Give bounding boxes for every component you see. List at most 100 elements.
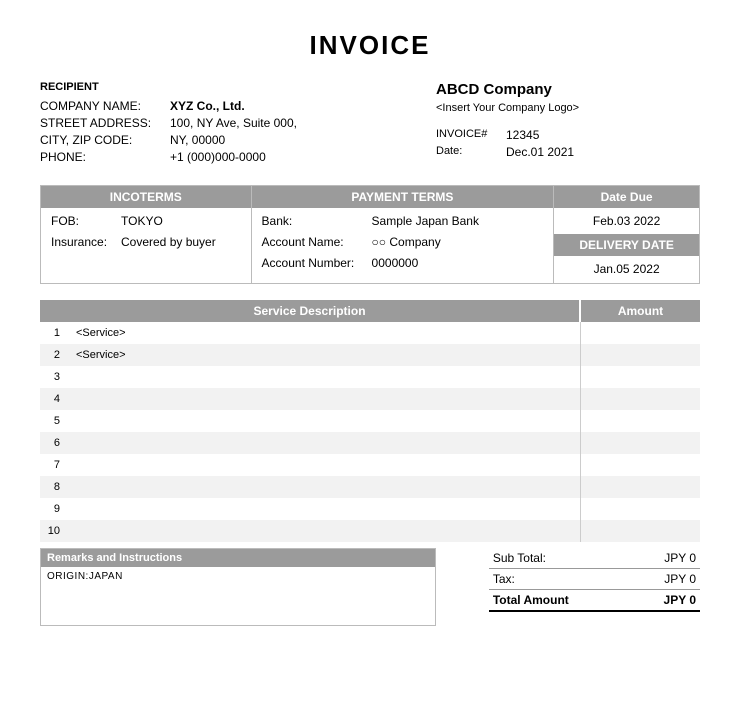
row-index: 7 — [40, 454, 70, 476]
phone-label: PHONE: — [40, 150, 170, 164]
invoice-date-label: Date: — [436, 145, 506, 159]
incoterms-head: INCOTERMS — [41, 186, 251, 208]
subtotal-value: JPY 0 — [664, 551, 696, 565]
bottom-block: Remarks and Instructions ORIGIN:JAPAN Su… — [40, 548, 700, 626]
incoterms-col: INCOTERMS FOB: TOKYO Insurance: Covered … — [41, 186, 252, 283]
subtotal-label: Sub Total: — [493, 551, 546, 565]
insurance-label: Insurance: — [51, 235, 121, 249]
row-description — [70, 432, 580, 454]
row-index: 4 — [40, 388, 70, 410]
tax-label: Tax: — [493, 572, 515, 586]
account-name-value: ○○ Company — [372, 235, 544, 249]
recipient-city-row: CITY, ZIP CODE: NY, 00000 — [40, 133, 403, 147]
fob-row: FOB: TOKYO — [51, 214, 241, 228]
table-row: 4 — [40, 388, 700, 410]
terms-table: INCOTERMS FOB: TOKYO Insurance: Covered … — [40, 185, 700, 284]
account-number-value: 0000000 — [372, 256, 544, 270]
row-amount — [580, 520, 700, 542]
invoice-no-row: INVOICE# 12345 — [436, 128, 700, 142]
table-row: 8 — [40, 476, 700, 498]
services-table: Service Description Amount 1<Service>2<S… — [40, 300, 700, 542]
sender-company: ABCD Company — [436, 81, 700, 98]
table-row: 6 — [40, 432, 700, 454]
logo-placeholder: <Insert Your Company Logo> — [436, 102, 700, 114]
row-description — [70, 476, 580, 498]
row-amount — [580, 410, 700, 432]
invoice-date-value: Dec.01 2021 — [506, 145, 700, 159]
row-description — [70, 520, 580, 542]
invoice-no-value: 12345 — [506, 128, 700, 142]
totals-block: Sub Total: JPY 0 Tax: JPY 0 Total Amount… — [489, 548, 700, 626]
street-label: STREET ADDRESS: — [40, 116, 170, 130]
row-index: 5 — [40, 410, 70, 432]
subtotal-row: Sub Total: JPY 0 — [489, 548, 700, 569]
company-name-label: COMPANY NAME: — [40, 99, 170, 113]
tax-row: Tax: JPY 0 — [489, 569, 700, 590]
payment-col: PAYMENT TERMS Bank: Sample Japan Bank Ac… — [252, 186, 555, 283]
payment-head: PAYMENT TERMS — [252, 186, 554, 208]
remarks-body: ORIGIN:JAPAN — [41, 567, 435, 625]
bank-value: Sample Japan Bank — [372, 214, 544, 228]
row-index: 10 — [40, 520, 70, 542]
row-description — [70, 388, 580, 410]
row-description: <Service> — [70, 322, 580, 344]
recipient-company-row: COMPANY NAME: XYZ Co., Ltd. — [40, 99, 403, 113]
insurance-row: Insurance: Covered by buyer — [51, 235, 241, 249]
fob-label: FOB: — [51, 214, 121, 228]
row-amount — [580, 322, 700, 344]
header-block: RECIPIENT COMPANY NAME: XYZ Co., Ltd. ST… — [40, 81, 700, 167]
date-due-value: Feb.03 2022 — [554, 208, 699, 234]
invoice-no-label: INVOICE# — [436, 128, 506, 142]
sender-block: ABCD Company <Insert Your Company Logo> … — [436, 81, 700, 167]
invoice-date-row: Date: Dec.01 2021 — [436, 145, 700, 159]
remarks-head: Remarks and Instructions — [41, 549, 435, 567]
table-row: 1<Service> — [40, 322, 700, 344]
account-name-row: Account Name: ○○ Company — [262, 235, 544, 249]
table-row: 3 — [40, 366, 700, 388]
row-amount — [580, 454, 700, 476]
row-index: 6 — [40, 432, 70, 454]
bank-row: Bank: Sample Japan Bank — [262, 214, 544, 228]
account-number-label: Account Number: — [262, 256, 372, 270]
account-name-label: Account Name: — [262, 235, 372, 249]
amount-head: Amount — [580, 300, 700, 322]
row-description — [70, 366, 580, 388]
row-description — [70, 410, 580, 432]
recipient-phone-row: PHONE: +1 (000)000-0000 — [40, 150, 403, 164]
row-description — [70, 454, 580, 476]
city-label: CITY, ZIP CODE: — [40, 133, 170, 147]
table-row: 7 — [40, 454, 700, 476]
company-name-value: XYZ Co., Ltd. — [170, 99, 403, 113]
delivery-head: DELIVERY DATE — [554, 234, 699, 256]
table-row: 10 — [40, 520, 700, 542]
phone-value: +1 (000)000-0000 — [170, 150, 403, 164]
row-index: 2 — [40, 344, 70, 366]
table-row: 5 — [40, 410, 700, 432]
recipient-block: RECIPIENT COMPANY NAME: XYZ Co., Ltd. ST… — [40, 81, 403, 167]
row-index: 8 — [40, 476, 70, 498]
row-description — [70, 498, 580, 520]
row-amount — [580, 498, 700, 520]
row-amount — [580, 344, 700, 366]
total-row: Total Amount JPY 0 — [489, 590, 700, 612]
row-description: <Service> — [70, 344, 580, 366]
service-description-head: Service Description — [40, 300, 580, 322]
table-row: 2<Service> — [40, 344, 700, 366]
street-value: 100, NY Ave, Suite 000, — [170, 116, 403, 130]
tax-value: JPY 0 — [664, 572, 696, 586]
row-index: 1 — [40, 322, 70, 344]
remarks-box: Remarks and Instructions ORIGIN:JAPAN — [40, 548, 436, 626]
total-label: Total Amount — [493, 593, 569, 607]
row-amount — [580, 366, 700, 388]
page-title: INVOICE — [40, 30, 700, 61]
insurance-value: Covered by buyer — [121, 235, 241, 249]
total-value: JPY 0 — [664, 593, 696, 607]
bank-label: Bank: — [262, 214, 372, 228]
delivery-value: Jan.05 2022 — [554, 256, 699, 282]
table-row: 9 — [40, 498, 700, 520]
dates-col: Date Due Feb.03 2022 DELIVERY DATE Jan.0… — [554, 186, 699, 283]
row-amount — [580, 476, 700, 498]
row-index: 3 — [40, 366, 70, 388]
date-due-head: Date Due — [554, 186, 699, 208]
row-index: 9 — [40, 498, 70, 520]
